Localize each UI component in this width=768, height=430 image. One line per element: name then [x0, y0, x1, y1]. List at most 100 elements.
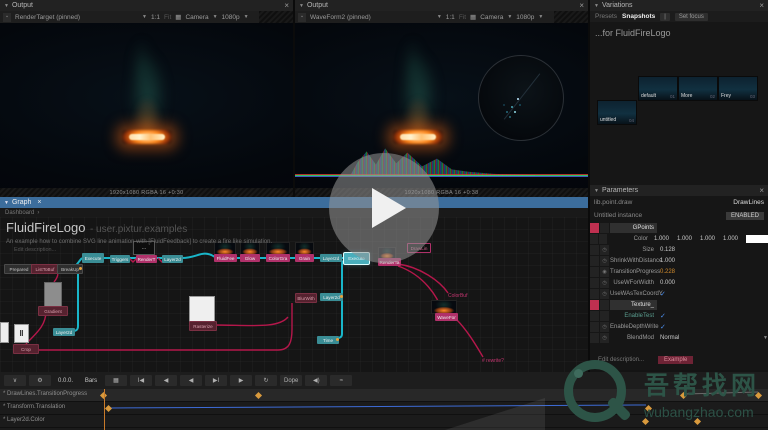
tab-snapshots[interactable]: Snapshots	[622, 13, 655, 20]
graph-node[interactable]: Rasterize	[189, 321, 217, 331]
parameter-row[interactable]: Color1.0001.0001.0001.000	[590, 233, 768, 244]
parameter-group-row[interactable]: GPoints	[590, 222, 768, 233]
graph-node[interactable]: FluidFee	[214, 254, 237, 262]
chevron-down-icon[interactable]: ▼	[763, 335, 768, 341]
value-field[interactable]: 1.000	[660, 258, 675, 264]
gutter-icon[interactable]: ◷	[600, 256, 609, 266]
value-field[interactable]: 1.000	[654, 236, 669, 242]
chevron-down-icon[interactable]: ▼	[244, 14, 249, 20]
close-icon[interactable]: ×	[579, 1, 584, 10]
loop-button[interactable]: ↻	[255, 375, 277, 386]
gutter-icon[interactable]: ◷	[600, 289, 609, 299]
output2-viewport[interactable]	[295, 23, 588, 188]
graph-node[interactable]: Layer2d	[320, 254, 342, 262]
fit-button[interactable]: Fit	[164, 14, 171, 21]
tab-presets[interactable]: Presets	[595, 13, 617, 20]
color-swatch[interactable]	[746, 235, 768, 243]
panel-caret-icon[interactable]: ▼	[594, 3, 599, 9]
graph-node[interactable]: Prepared	[4, 264, 34, 274]
parameter-values[interactable]: ✓	[657, 290, 768, 298]
gutter-icon[interactable]	[599, 234, 607, 244]
gutter-icon[interactable]	[600, 223, 609, 233]
value-field[interactable]: 0.000	[660, 280, 675, 286]
dope-mode-button[interactable]: Dope	[280, 375, 302, 386]
parameter-values[interactable]: 1.000	[657, 258, 768, 264]
playhead[interactable]	[104, 389, 105, 430]
parameter-row[interactable]: ◷Size0.128	[590, 244, 768, 255]
parameter-row[interactable]: ◷ShrinkWithDistance1.000	[590, 255, 768, 266]
parameter-values[interactable]: Normal ▼	[657, 335, 768, 341]
grid-toggle-icon[interactable]: ▦	[470, 13, 476, 21]
unit-mode[interactable]: Bars	[80, 375, 102, 386]
parameter-values[interactable]: ✓	[657, 312, 768, 320]
parameter-values[interactable]: 0.000	[657, 280, 768, 286]
snapshot-thumbnail[interactable]: untitled04	[597, 100, 637, 125]
graph-node[interactable]: Execute	[82, 253, 104, 263]
graph-node[interactable]: WaveFor	[435, 313, 458, 321]
parameter-row[interactable]: ◷UseWForWidth0.000	[590, 277, 768, 288]
chevron-down-icon[interactable]: ▼	[142, 14, 147, 20]
value-field[interactable]: 1.000	[700, 236, 715, 242]
panel-caret-icon[interactable]: ▼	[4, 200, 9, 206]
parameter-group-row[interactable]: Texture_	[590, 299, 768, 310]
jump-start-button[interactable]: I◀	[130, 375, 152, 386]
panel-caret-icon[interactable]: ▼	[299, 3, 304, 9]
snapshot-thumbnail[interactable]: More02	[678, 76, 718, 101]
gutter-icon[interactable]: ◷	[600, 278, 609, 288]
zoom-level[interactable]: 1:1	[446, 14, 455, 21]
parameter-values[interactable]: 1.000 1.000 1.000 1.000	[651, 235, 768, 243]
output-source-select[interactable]: RenderTarget (pinned)	[15, 14, 80, 21]
checkbox-checked-icon[interactable]: ✓	[660, 323, 666, 331]
chevron-down-icon[interactable]: ▼	[538, 14, 543, 20]
play-backward-button[interactable]: ◀	[180, 375, 202, 386]
value-field[interactable]: 1.000	[677, 236, 692, 242]
close-icon[interactable]: ×	[37, 199, 41, 206]
gutter-icon[interactable]: ◉	[600, 267, 609, 277]
graph-node[interactable]: Crop	[13, 344, 39, 354]
graph-node[interactable]: Layer2d	[162, 255, 183, 263]
enabled-toggle[interactable]: ENABLED	[726, 212, 764, 220]
grid-icon[interactable]: ▦	[105, 375, 127, 386]
output-source-select[interactable]: WaveForm2 (pinned)	[310, 14, 371, 21]
gutter-icon[interactable]	[600, 311, 609, 321]
graph-node[interactable]: Glow	[240, 254, 260, 262]
panel-caret-icon[interactable]: ▼	[594, 188, 599, 194]
value-field[interactable]: 1.000	[723, 236, 738, 242]
graph-node[interactable]: Layer2d	[53, 328, 75, 336]
value-field[interactable]: 0.128	[660, 247, 675, 253]
graph-node[interactable]: ListToBuf	[31, 264, 59, 274]
grid-toggle-icon[interactable]: ▦	[175, 13, 181, 21]
snapshot-thumbnail[interactable]: default01	[638, 76, 678, 101]
video-play-button[interactable]	[329, 153, 439, 263]
parameter-values[interactable]: 0.128	[657, 247, 768, 253]
camera-select[interactable]: Camera	[185, 14, 208, 21]
fit-button[interactable]: Fit	[459, 14, 466, 21]
value-field[interactable]: Normal	[660, 335, 679, 341]
checkbox-checked-icon[interactable]: ✓	[660, 290, 666, 298]
menu-caret-icon[interactable]: ∨	[4, 375, 26, 386]
parameter-values[interactable]: 0.228	[657, 269, 768, 275]
close-icon[interactable]: ×	[284, 1, 289, 10]
graph-canvas[interactable]: FluidFireLogo - user.pixtur.examples An …	[0, 217, 588, 372]
parameter-row[interactable]: ◷UseWAsTexCoordY✓	[590, 288, 768, 299]
settings-gear-icon[interactable]: ⚙	[29, 375, 51, 386]
panel-caret-icon[interactable]: ▼	[4, 3, 9, 9]
play-button[interactable]: ▶I	[205, 375, 227, 386]
gutter-icon[interactable]: ◷	[600, 322, 609, 332]
graph-node[interactable]: BlurWith	[295, 293, 317, 303]
set-focus-button[interactable]: Set focus	[675, 13, 708, 21]
prev-key-button[interactable]: ◀	[155, 375, 177, 386]
parameter-row[interactable]: EnableTest✓	[590, 310, 768, 321]
time-display[interactable]: 0.0.0.	[54, 375, 77, 386]
gutter-icon[interactable]	[600, 300, 609, 310]
gutter-icon[interactable]: ◷	[600, 245, 609, 255]
parameter-row[interactable]: ◷BlendModNormal▼	[590, 332, 768, 343]
checkbox-checked-icon[interactable]: ✓	[660, 312, 666, 320]
zoom-level[interactable]: 1:1	[151, 14, 160, 21]
resolution-select[interactable]: 1080p	[222, 14, 240, 21]
graph-node[interactable]: Gradient	[38, 306, 68, 316]
pin-icon[interactable]: ▪	[298, 13, 306, 22]
chevron-down-icon[interactable]: ▼	[437, 14, 442, 20]
operator-name[interactable]: DrawLines	[733, 199, 764, 206]
parameter-values[interactable]: ✓	[657, 323, 768, 331]
